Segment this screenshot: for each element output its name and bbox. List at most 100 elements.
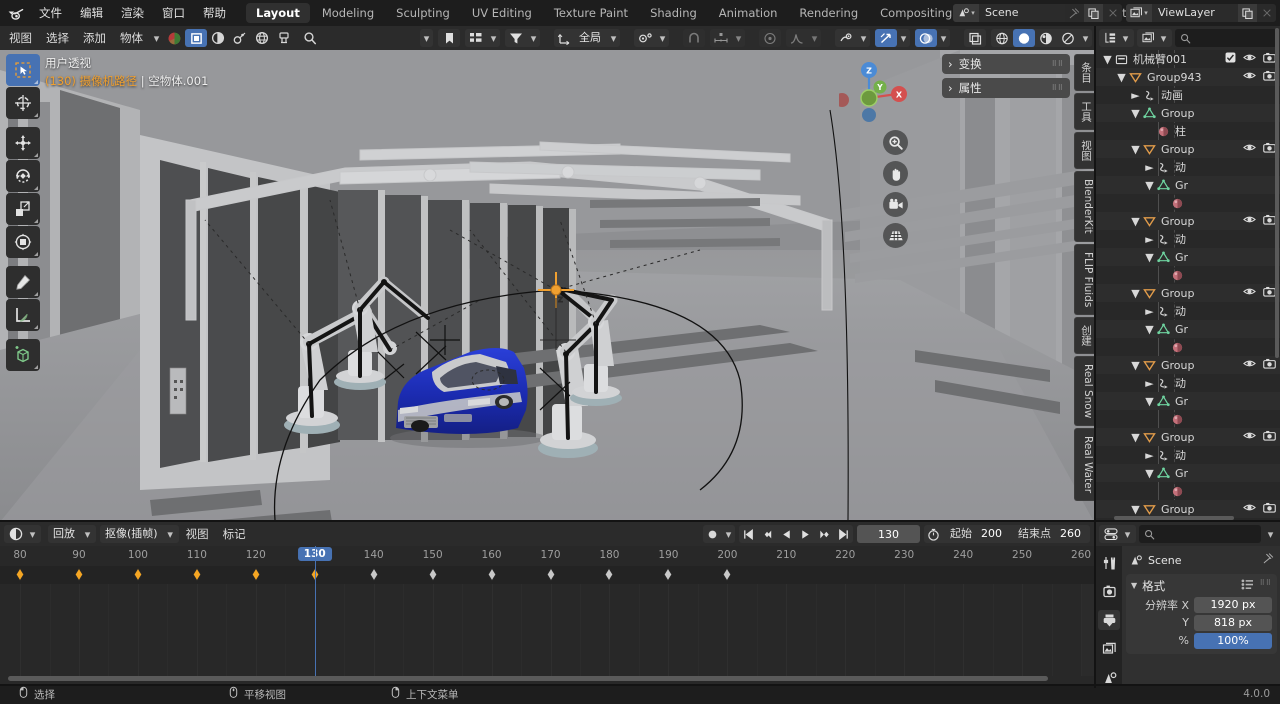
format-field-value-2[interactable]: 100% xyxy=(1194,632,1272,649)
scene-name[interactable]: Scene xyxy=(979,4,1065,22)
outliner-row-3[interactable]: ▼ Group xyxy=(1096,104,1280,122)
vertex-mode-icon[interactable] xyxy=(207,29,229,47)
outliner-row-0[interactable]: ▼ 机械臂001 xyxy=(1096,50,1280,68)
format-field-value-0[interactable]: 1920 px xyxy=(1194,596,1272,613)
keyframe-100[interactable] xyxy=(133,567,143,582)
grip-dots-icon[interactable]: ⠿⠿ xyxy=(1260,579,1272,593)
playback-play[interactable] xyxy=(796,525,815,543)
properties-tab-render[interactable] xyxy=(1098,581,1120,601)
falloff-curve-icon[interactable] xyxy=(786,29,808,47)
keyframe-160[interactable] xyxy=(487,567,496,582)
n-panel-tab-创建[interactable]: 创建 xyxy=(1074,316,1094,354)
menu-1[interactable]: 编辑 xyxy=(71,0,112,26)
outliner-row-14[interactable]: ► 动 xyxy=(1096,302,1280,320)
particles-mode-icon[interactable] xyxy=(229,29,251,47)
disclosure-triangle-down-icon[interactable]: ▼ xyxy=(1144,323,1155,336)
proportional-edit-icon[interactable] xyxy=(759,29,781,47)
keyframe-110[interactable] xyxy=(192,567,201,582)
record-icon[interactable] xyxy=(703,525,722,543)
move-tool[interactable] xyxy=(6,127,40,159)
disclosure-triangle-down-icon[interactable]: ▼ xyxy=(1130,359,1141,372)
pin-icon[interactable] xyxy=(1065,4,1084,22)
n-panel-tab-条目[interactable]: 条目 xyxy=(1074,54,1094,91)
grip-dots-icon[interactable]: ⠿⠿ xyxy=(1052,84,1064,92)
outliner-row-13[interactable]: ▼ Group xyxy=(1096,284,1280,302)
outliner-row-23[interactable]: ▼ Gr xyxy=(1096,464,1280,482)
outliner-row-17[interactable]: ▼ Group xyxy=(1096,356,1280,374)
outliner-editor[interactable]: ▾ ▾ ▼ 机械臂001 ▼ Group943 ► 动画 ▼ Group 柱 ▼ Group ► 动 ▼ G… xyxy=(1096,26,1280,522)
chevron-down-icon[interactable]: ▾ xyxy=(527,29,540,47)
render-region-icon[interactable] xyxy=(964,29,986,47)
visibility-eye-icon[interactable] xyxy=(1243,286,1256,300)
outliner-row-19[interactable]: ▼ Gr xyxy=(1096,392,1280,410)
pivot-point-icon[interactable] xyxy=(634,29,656,47)
viewport-menu-3[interactable]: 物体 xyxy=(113,26,150,50)
xray-group[interactable]: ▾ xyxy=(915,29,950,47)
outliner-row-18[interactable]: ► 动 xyxy=(1096,374,1280,392)
properties-search-input[interactable] xyxy=(1139,525,1261,543)
chevron-down-icon[interactable]: ▾ xyxy=(857,29,870,47)
workspace-tab-shading[interactable]: Shading xyxy=(640,3,707,23)
filter-funnel-icon[interactable] xyxy=(505,29,527,47)
visibility-eye-icon[interactable] xyxy=(1243,70,1256,84)
n-panel-tab-real-snow[interactable]: Real Snow xyxy=(1074,355,1094,427)
timeline-ruler[interactable]: 8090100110120130140150160170180190200210… xyxy=(0,546,1094,566)
collection-checkbox[interactable] xyxy=(1225,52,1236,66)
keyframe-90[interactable] xyxy=(74,567,84,582)
nav-button-pan-hand[interactable] xyxy=(883,161,908,186)
outliner-row-7[interactable]: ▼ Gr xyxy=(1096,176,1280,194)
outliner-viewlayer-button[interactable]: ▾ xyxy=(1137,29,1172,47)
nav-button-zoom[interactable] xyxy=(883,130,908,155)
viewport-extra-group[interactable]: ▾ xyxy=(420,29,433,47)
bookmark-icon[interactable] xyxy=(438,29,460,47)
editor-divider-right[interactable] xyxy=(1094,520,1280,522)
chevron-down-icon[interactable]: ▾ xyxy=(732,29,745,47)
disclosure-triangle-right-icon[interactable]: ► xyxy=(1144,161,1155,174)
workspace-tab-animation[interactable]: Animation xyxy=(709,3,788,23)
render-camera-icon[interactable] xyxy=(1263,502,1276,516)
transform-orientation-value[interactable]: 全局 xyxy=(576,29,607,47)
outliner-row-9[interactable]: ▼ Group xyxy=(1096,212,1280,230)
grip-dots-icon[interactable]: ⠿⠿ xyxy=(1052,60,1064,68)
playback-play-reverse[interactable] xyxy=(777,525,796,543)
workspace-tab-texture-paint[interactable]: Texture Paint xyxy=(544,3,638,23)
outliner-row-10[interactable]: ► 动 xyxy=(1096,230,1280,248)
properties-options-chevron-icon[interactable]: ▾ xyxy=(1264,525,1277,543)
transform-tool[interactable] xyxy=(6,226,40,258)
navigation-gizmo[interactable]: Z Y X xyxy=(835,58,909,128)
workspace-tab-rendering[interactable]: Rendering xyxy=(789,3,868,23)
disclosure-triangle-down-icon[interactable]: ▼ xyxy=(1144,179,1155,192)
timeline-menu-3[interactable]: 标记 xyxy=(216,522,253,546)
texture-paint-icon[interactable] xyxy=(273,29,295,47)
outliner-row-15[interactable]: ▼ Gr xyxy=(1096,320,1280,338)
scene-icon[interactable]: ▾ xyxy=(953,4,979,22)
scene-selector[interactable]: ▾ Scene xyxy=(953,4,1122,22)
menu-0[interactable]: 文件 xyxy=(30,0,71,26)
chevron-down-icon[interactable]: ▾ xyxy=(1079,29,1092,47)
nav-button-camera-view[interactable] xyxy=(883,192,908,217)
keyframe-80[interactable] xyxy=(15,567,25,582)
overlays-icon[interactable] xyxy=(875,29,897,47)
outliner-search-input[interactable] xyxy=(1175,29,1277,47)
disclosure-triangle-down-icon[interactable]: ▼ xyxy=(1144,395,1155,408)
unlink-scene-icon[interactable] xyxy=(1103,4,1122,22)
format-panel-header[interactable]: ▼ 格式 ⠿⠿ xyxy=(1126,576,1277,595)
n-panel-tab-blenderkit[interactable]: BlenderKit xyxy=(1074,171,1094,242)
outliner-row-24[interactable] xyxy=(1096,482,1280,500)
viewlayer-selector[interactable]: ▾ ViewLayer xyxy=(1126,4,1276,22)
workspace-tab-sculpting[interactable]: Sculpting xyxy=(386,3,460,23)
mode-chevron-icon[interactable]: ▾ xyxy=(150,29,163,47)
globe-mode-icon[interactable] xyxy=(251,29,273,47)
filter-group[interactable]: ▾ xyxy=(505,29,540,47)
disclosure-triangle-down-icon[interactable]: ▼ xyxy=(1130,431,1141,444)
workspace-tab-layout[interactable]: Layout xyxy=(246,3,310,23)
add-cube-tool[interactable] xyxy=(6,339,40,371)
snap-magnet-icon[interactable] xyxy=(683,29,705,47)
editor-divider-vertical[interactable] xyxy=(1094,26,1096,688)
disclosure-triangle-right-icon[interactable]: ► xyxy=(1144,233,1155,246)
outliner-display-mode-button[interactable]: ▾ xyxy=(1099,29,1134,47)
timeline-menu-2[interactable]: 视图 xyxy=(179,522,216,546)
visibility-eye-icon[interactable] xyxy=(1243,214,1256,228)
new-viewlayer-icon[interactable] xyxy=(1238,4,1257,22)
n-panel-1[interactable]: › 属性 ⠿⠿ xyxy=(942,78,1070,98)
